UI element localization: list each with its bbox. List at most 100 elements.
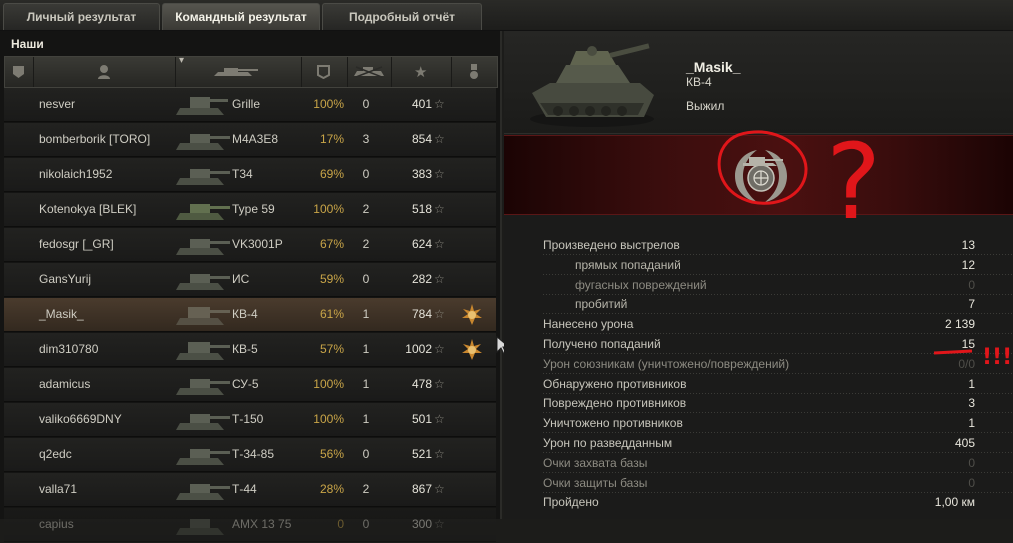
tab-bar: Личный результат Командный результат Под…: [0, 0, 1013, 31]
health-percent: 100%: [313, 202, 344, 216]
kills-count: 2: [362, 202, 370, 216]
stat-value: 0/0: [958, 356, 975, 371]
table-row[interactable]: Kotenokya [BLEK] Type 59 100% 2 518 ☆: [4, 193, 496, 227]
tank-thumbnail-icon: [176, 342, 230, 360]
player-name: nikolaich1952: [39, 167, 113, 181]
team-rows: nesver Grille 100% 0 401 ☆ bomberborik […: [4, 88, 496, 543]
xp-star-icon: ☆: [434, 517, 445, 531]
tank-thumbnail-icon: [176, 274, 230, 290]
col-vehicle-type[interactable]: [5, 57, 34, 87]
tank-expert-badge-icon[interactable]: [729, 146, 793, 204]
stat-direct-hits: прямых попаданий 12: [504, 254, 1013, 275]
medal-icon: [470, 64, 478, 79]
table-row[interactable]: GansYurij ИС 59% 0 282 ☆: [4, 263, 496, 297]
player-name: q2edc: [39, 447, 72, 461]
player-name: Kotenokya [BLEK]: [39, 202, 137, 216]
health-percent: 0: [337, 517, 344, 531]
kills-count: 0: [362, 447, 370, 461]
stat-value: 13: [961, 238, 975, 252]
vehicle-name: M4A3E8: [232, 132, 279, 146]
table-row[interactable]: q2edc Т-34-85 56% 0 521 ☆: [4, 438, 496, 472]
stat-value: 2 139: [944, 317, 975, 332]
tank-thumbnail-icon: [176, 169, 230, 185]
xp-star-icon: ☆: [434, 97, 445, 111]
health-percent: 100%: [313, 97, 344, 111]
stat-enemies-destroyed: Уничтожено противников 1: [504, 413, 1013, 433]
stat-value: 1,00 км: [934, 495, 975, 510]
player-name: bomberborik [TORO]: [39, 132, 151, 146]
vehicle-name: Т-150: [232, 412, 264, 426]
col-kills[interactable]: [347, 57, 392, 87]
col-health[interactable]: [301, 57, 348, 87]
vehicle-name: AMX 13 75: [232, 517, 292, 531]
player-name: valiko6669DNY: [39, 412, 122, 426]
tab-personal-result[interactable]: Личный результат: [3, 3, 160, 30]
xp-star-icon: ☆: [434, 342, 445, 356]
stat-label: Урон союзникам (уничтожено/повреждений): [543, 356, 790, 371]
vehicle-name: Grille: [232, 97, 261, 111]
player-name: _Masik_: [39, 307, 84, 321]
stat-label: Очки захвата базы: [543, 455, 648, 470]
player-name: adamicus: [39, 377, 91, 391]
table-row[interactable]: valiko6669DNY Т-150 100% 1 501 ☆: [4, 403, 496, 437]
survival-status: Выжил: [686, 99, 725, 113]
kills-count: 1: [362, 412, 370, 426]
col-medals[interactable]: [451, 57, 497, 87]
col-player[interactable]: [33, 57, 176, 87]
stat-he-damage: фугасных повреждений 0: [504, 274, 1013, 295]
vehicle-name: КВ-4: [232, 307, 258, 321]
sort-chevron-icon: ▾: [179, 55, 185, 66]
stat-penetrations: пробитий 7: [504, 294, 1013, 315]
stat-label: Урон по разведданным: [543, 435, 673, 450]
stat-value: 7: [968, 297, 975, 312]
xp-value: 300: [411, 517, 432, 531]
table-row[interactable]: valla71 Т-44 28% 2 867 ☆: [4, 473, 496, 507]
table-row-current-player[interactable]: _Masik_ КВ-4 61% 1 784 ☆: [4, 298, 496, 332]
health-percent: 69%: [319, 167, 344, 181]
table-row[interactable]: adamicus СУ-5 100% 1 478 ☆: [4, 368, 496, 402]
stat-value: 1: [968, 416, 975, 431]
stat-label: пробитий: [575, 297, 628, 312]
health-percent: 17%: [319, 132, 344, 146]
team-title: Наши: [11, 37, 44, 51]
health-percent: 59%: [319, 272, 344, 286]
stat-value: 405: [954, 435, 975, 450]
stat-defense-points: Очки защиты базы 0: [504, 472, 1013, 493]
xp-value: 624: [411, 237, 432, 251]
xp-star-icon: ☆: [434, 202, 445, 216]
xp-value: 383: [411, 167, 432, 181]
xp-value: 282: [411, 272, 432, 286]
stat-value: 0: [968, 455, 975, 470]
stat-value: 15: [961, 336, 975, 351]
stat-label: Нанесено урона: [543, 317, 634, 332]
xp-value: 521: [411, 447, 432, 461]
tank-thumbnail-icon: [176, 379, 230, 395]
tank-thumbnail-icon: [176, 449, 230, 465]
stat-label: фугасных повреждений: [575, 277, 707, 292]
table-row[interactable]: nesver Grille 100% 0 401 ☆: [4, 88, 496, 122]
stat-value: 0: [968, 277, 975, 292]
table-row[interactable]: dim310780 КВ-5 57% 1 1002 ☆: [4, 333, 496, 367]
stat-damage-dealt: Нанесено урона 2 139: [504, 314, 1013, 334]
player-name: nesver: [39, 97, 76, 111]
col-xp[interactable]: ★: [391, 57, 452, 87]
achievement-medal-icon[interactable]: [460, 338, 484, 362]
table-row[interactable]: fedosgr [_GR] VK3001P 67% 2 624 ☆: [4, 228, 496, 262]
kills-count: 0: [362, 272, 370, 286]
xp-star-icon: ☆: [434, 377, 445, 391]
player-name: dim310780: [39, 342, 99, 356]
table-row-destroyed[interactable]: capius AMX 13 75 0 0 300 ☆: [4, 508, 496, 542]
tab-detailed-report[interactable]: Подробный отчёт: [322, 3, 482, 30]
xp-star-icon: ☆: [434, 447, 445, 461]
tab-team-result[interactable]: Командный результат: [162, 3, 320, 30]
achievement-medal-icon[interactable]: [460, 303, 484, 327]
health-percent: 61%: [319, 307, 344, 321]
kills-count: 2: [362, 482, 370, 496]
vehicle-name: Type 59: [232, 202, 275, 216]
health-percent: 28%: [319, 482, 344, 496]
table-row[interactable]: bomberborik [TORO] M4A3E8 17% 3 854 ☆: [4, 123, 496, 157]
player-icon: [98, 65, 110, 79]
table-row[interactable]: nikolaich1952 T34 69% 0 383 ☆: [4, 158, 496, 192]
kills-count: 2: [362, 237, 370, 251]
col-vehicle[interactable]: ▾: [175, 55, 302, 87]
